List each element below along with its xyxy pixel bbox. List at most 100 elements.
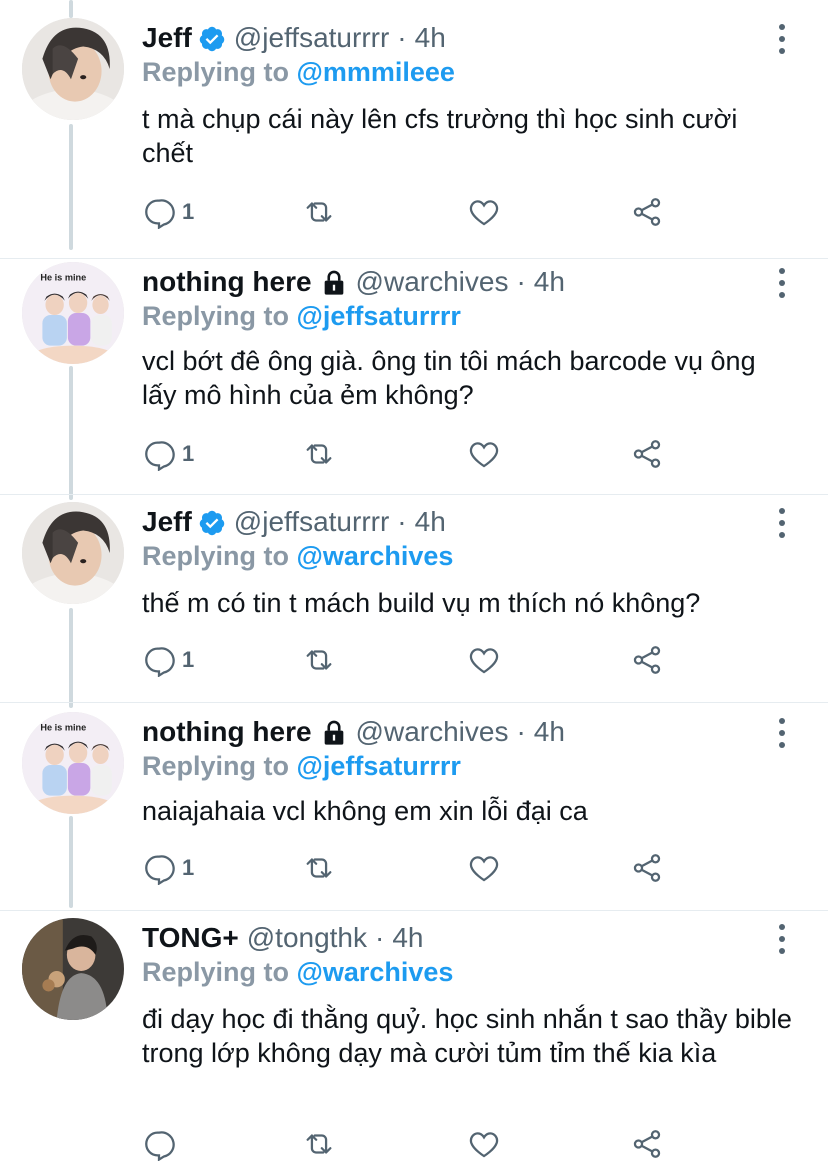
tweet-text: vcl bớt đê ông già. ông tin tôi mách bar…: [142, 346, 756, 410]
avatar[interactable]: [22, 18, 124, 120]
reply-count: 1: [182, 855, 195, 880]
more-icon[interactable]: [776, 508, 788, 538]
share-icon: [633, 198, 661, 226]
share-button[interactable]: [630, 192, 664, 232]
replying-to: Replying to @warchives: [142, 536, 453, 576]
share-icon: [633, 854, 661, 882]
replying-to: Replying to @warchives: [142, 952, 453, 992]
tweet[interactable]: Jeff @jeffsaturrrr · 4h Replying to @war…: [0, 502, 828, 702]
replying-to-mention[interactable]: @warchives: [297, 541, 454, 571]
separator-dot: ·: [516, 266, 526, 297]
tweet-text: t mà chụp cái này lên cfs trường thì học…: [142, 104, 738, 168]
replying-to-label: Replying to: [142, 541, 289, 571]
reply-icon: [145, 441, 175, 471]
replying-to: Replying to @jeffsaturrrr: [142, 746, 461, 786]
thread-line: [69, 0, 73, 18]
like-button[interactable]: [467, 848, 501, 888]
reply-icon: [145, 647, 175, 677]
action-bar: 1: [142, 848, 682, 888]
lock-icon: [320, 718, 348, 746]
avatar[interactable]: [22, 918, 124, 1020]
replying-to-mention[interactable]: @jeffsaturrrr: [297, 301, 461, 331]
replying-to-mention[interactable]: @mmmileee: [297, 57, 455, 87]
tweet-text: đi dạy học đi thằng quỷ. học sinh nhắn t…: [142, 1004, 792, 1068]
avatar-warchives-image: He is mine: [22, 262, 124, 364]
share-icon: [633, 440, 661, 468]
share-button[interactable]: [630, 640, 664, 680]
heart-icon: [469, 200, 499, 226]
heart-icon: [469, 442, 499, 468]
reply-button[interactable]: 1: [142, 640, 194, 680]
reply-button[interactable]: [142, 1124, 182, 1164]
like-button[interactable]: [467, 192, 501, 232]
like-button[interactable]: [467, 434, 501, 474]
svg-text:He is mine: He is mine: [40, 272, 86, 282]
tweet-text: thế m có tin t mách build vụ m thích nó …: [142, 588, 701, 618]
replying-to-label: Replying to: [142, 57, 289, 87]
retweet-icon: [306, 202, 332, 222]
more-icon[interactable]: [776, 24, 788, 54]
reply-count: 1: [182, 199, 195, 224]
retweet-icon: [306, 1134, 332, 1154]
like-button[interactable]: [467, 1124, 501, 1164]
share-button[interactable]: [630, 848, 664, 888]
like-button[interactable]: [467, 640, 501, 680]
timestamp[interactable]: 4h: [534, 712, 565, 752]
reply-button[interactable]: 1: [142, 192, 194, 232]
divider: [0, 494, 828, 495]
heart-icon: [469, 648, 499, 674]
divider: [0, 258, 828, 259]
reply-icon: [145, 199, 175, 229]
heart-icon: [469, 856, 499, 882]
replying-to-label: Replying to: [142, 751, 289, 781]
avatar-jeff-image: [22, 502, 124, 604]
retweet-button[interactable]: [302, 434, 336, 474]
tweet[interactable]: Jeff @jeffsaturrrr · 4h Replying to @mmm…: [0, 18, 828, 250]
replying-to: Replying to @mmmileee: [142, 52, 455, 92]
reply-button[interactable]: 1: [142, 848, 194, 888]
reply-icon: [145, 855, 175, 885]
reply-count: 1: [182, 647, 195, 672]
action-bar: 1: [142, 640, 682, 680]
retweet-button[interactable]: [302, 1124, 336, 1164]
avatar-warchives-image: He is mine: [22, 712, 124, 814]
retweet-button[interactable]: [302, 848, 336, 888]
timestamp[interactable]: 4h: [534, 262, 565, 302]
action-bar: [142, 1124, 682, 1164]
tweet-text: naiajahaia vcl không em xin lỗi đại ca: [142, 796, 588, 826]
separator-dot: ·: [516, 716, 526, 747]
action-bar: 1: [142, 434, 682, 474]
retweet-icon: [306, 444, 332, 464]
avatar[interactable]: [22, 502, 124, 604]
divider: [0, 910, 828, 911]
retweet-icon: [306, 650, 332, 670]
tweet[interactable]: TONG+ @tongthk · 4h Replying to @warchiv…: [0, 918, 828, 1173]
more-icon[interactable]: [776, 718, 788, 748]
avatar[interactable]: He is mine: [22, 712, 124, 814]
retweet-icon: [306, 858, 332, 878]
tweet[interactable]: He is mine nothing here @warchives · 4h …: [0, 712, 828, 908]
share-icon: [633, 1130, 661, 1158]
share-button[interactable]: [630, 1124, 664, 1164]
reply-icon: [145, 1131, 175, 1161]
action-bar: 1: [142, 192, 682, 232]
share-button[interactable]: [630, 434, 664, 474]
replying-to-mention[interactable]: @warchives: [297, 957, 454, 987]
more-icon[interactable]: [776, 268, 788, 298]
avatar-jeff-image: [22, 18, 124, 120]
replying-to-label: Replying to: [142, 301, 289, 331]
retweet-button[interactable]: [302, 192, 336, 232]
tweet[interactable]: He is mine nothing here @warchives · 4h …: [0, 262, 828, 500]
replying-to: Replying to @jeffsaturrrr: [142, 296, 461, 336]
reply-button[interactable]: 1: [142, 434, 194, 474]
share-icon: [633, 646, 661, 674]
replying-to-label: Replying to: [142, 957, 289, 987]
replying-to-mention[interactable]: @jeffsaturrrr: [297, 751, 461, 781]
avatar[interactable]: He is mine: [22, 262, 124, 364]
retweet-button[interactable]: [302, 640, 336, 680]
avatar-tong-image: [22, 918, 124, 1020]
verified-badge-icon: [198, 508, 226, 536]
more-icon[interactable]: [776, 924, 788, 954]
lock-icon: [320, 268, 348, 296]
divider: [0, 702, 828, 703]
